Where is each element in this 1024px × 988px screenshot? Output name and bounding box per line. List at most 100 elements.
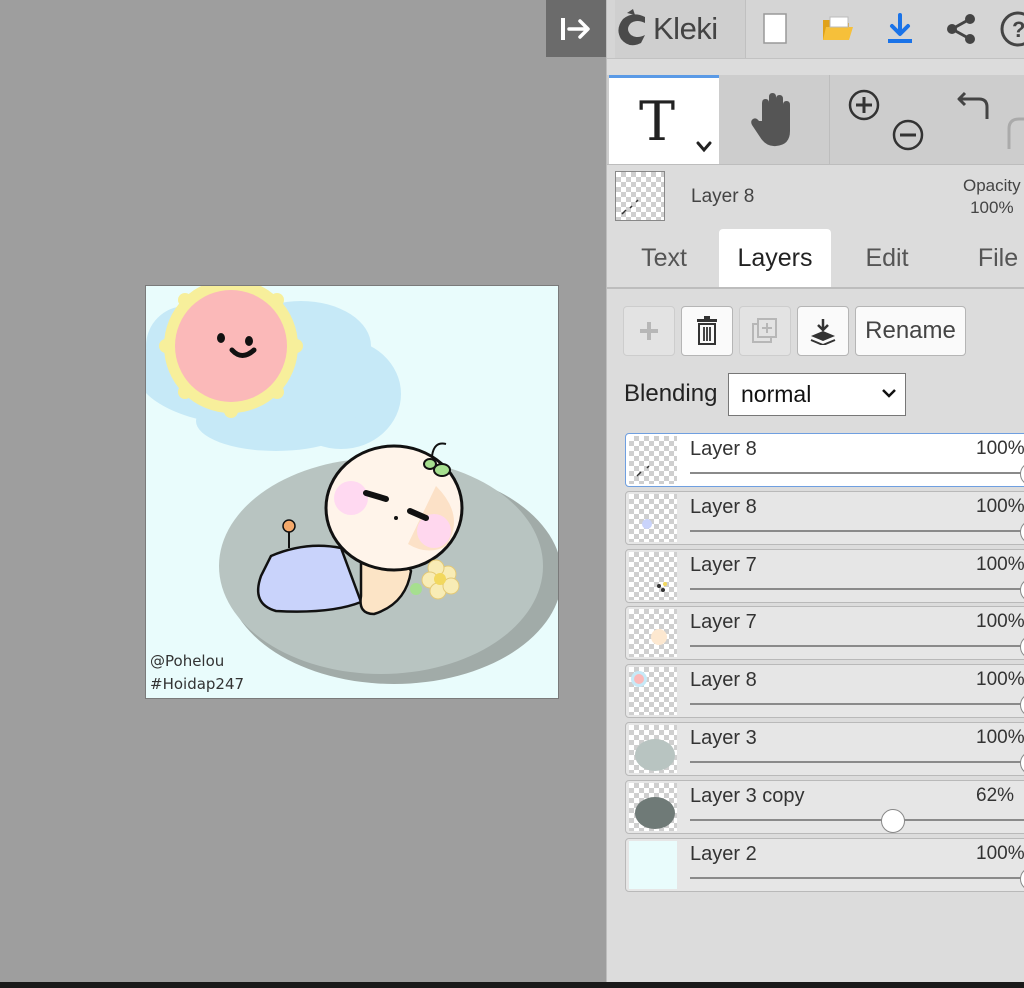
- layer-opacity-value: 100%: [976, 554, 1024, 575]
- layer-opacity-value: 100%: [976, 611, 1024, 632]
- layer-opacity-slider-handle[interactable]: [1020, 520, 1024, 544]
- hand-tool-icon: [751, 92, 790, 146]
- download-button[interactable]: [879, 8, 921, 50]
- merge-down-button[interactable]: [797, 306, 849, 356]
- zoom-out-icon[interactable]: [891, 118, 925, 152]
- blending-value: normal: [741, 381, 812, 407]
- layer-opacity-slider[interactable]: [690, 819, 1024, 821]
- layer-name: Layer 8: [690, 496, 757, 518]
- duplicate-layer-button[interactable]: [739, 306, 791, 356]
- current-layer-thumbnail: [615, 171, 665, 221]
- layer-opacity-value: 100%: [976, 727, 1024, 748]
- layer-thumbnail: [629, 494, 677, 542]
- watermark-author: @Pohelou: [150, 652, 225, 670]
- kleki-logo[interactable]: Kleki: [615, 0, 746, 58]
- tab-file[interactable]: File: [963, 229, 1024, 287]
- layer-thumbnail: [629, 841, 677, 889]
- layer-row[interactable]: Layer 8 100%: [625, 491, 1024, 545]
- layer-opacity-slider[interactable]: [690, 588, 1024, 590]
- layer-name: Layer 8: [690, 438, 757, 460]
- layer-opacity-slider-handle[interactable]: [1020, 867, 1024, 891]
- layer-opacity-value: 100%: [976, 843, 1024, 864]
- delete-layer-button[interactable]: [681, 306, 733, 356]
- layer-opacity-slider-handle[interactable]: [1020, 693, 1024, 717]
- layer-row[interactable]: Layer 3 100%: [625, 722, 1024, 776]
- layer-row[interactable]: Layer 3 copy 62%: [625, 780, 1024, 834]
- layer-opacity-slider-handle[interactable]: [881, 809, 905, 833]
- text-tool-icon: T: [639, 90, 676, 153]
- text-tool-button[interactable]: T: [609, 75, 719, 164]
- current-layer-info: Layer 8 Opacity 100%: [607, 165, 1024, 229]
- layer-opacity-slider-handle[interactable]: [1020, 635, 1024, 659]
- blending-label: Blending: [624, 380, 718, 407]
- layer-opacity-slider[interactable]: [690, 645, 1024, 647]
- tool-row: T: [607, 75, 1024, 165]
- redo-icon[interactable]: [1005, 115, 1024, 151]
- duplicate-layer-icon: [752, 318, 777, 343]
- layer-row[interactable]: Layer 8 100%: [625, 664, 1024, 718]
- hand-tool-button[interactable]: [719, 75, 830, 164]
- tab-edit[interactable]: Edit: [847, 229, 927, 287]
- layer-row[interactable]: Layer 2 100%: [625, 838, 1024, 892]
- merge-down-icon: [810, 319, 836, 345]
- delete-layer-icon: [697, 316, 717, 345]
- undo-icon[interactable]: [957, 89, 993, 121]
- opacity-value: 100%: [970, 198, 1014, 217]
- layer-name: Layer 2: [690, 843, 757, 865]
- canvas-artwork: [146, 286, 558, 684]
- layer-thumbnail: [629, 725, 677, 773]
- app-name: Kleki: [653, 11, 718, 46]
- layer-thumbnail: [629, 783, 677, 831]
- panel-tabs: Text Layers Edit File: [607, 229, 1024, 287]
- layer-opacity-slider[interactable]: [690, 703, 1024, 705]
- layer-opacity-value: 100%: [976, 669, 1024, 690]
- layer-name: Layer 7: [690, 554, 757, 576]
- chevron-down-icon: [882, 389, 896, 398]
- download-icon: [888, 13, 912, 43]
- layer-thumbnail: [629, 436, 677, 484]
- collapse-panel-icon: [561, 17, 590, 40]
- layer-opacity-value: 100%: [976, 496, 1024, 517]
- layer-opacity-slider[interactable]: [690, 877, 1024, 879]
- opacity-label: Opacity: [963, 176, 1021, 195]
- new-file-button[interactable]: [754, 8, 796, 50]
- current-layer-opacity: Opacity 100%: [963, 175, 1021, 219]
- tab-layers[interactable]: Layers: [719, 229, 831, 287]
- layer-name: Layer 3 copy: [690, 785, 805, 807]
- drawing-canvas[interactable]: @Pohelou #Hoidap247: [145, 285, 559, 699]
- layer-row[interactable]: Layer 7 100%: [625, 549, 1024, 603]
- layer-opacity-value: 62%: [976, 785, 1015, 806]
- layer-thumbnail: [629, 609, 677, 657]
- collapse-panel-button[interactable]: [546, 0, 606, 57]
- layer-opacity-slider-handle[interactable]: [1020, 578, 1024, 602]
- layer-opacity-slider-handle[interactable]: [1020, 751, 1024, 775]
- tool-options-chevron-icon[interactable]: [695, 140, 713, 154]
- add-layer-icon: [640, 322, 658, 340]
- watermark-tag: #Hoidap247: [150, 675, 245, 693]
- layer-thumbnail: [629, 552, 677, 600]
- layer-opacity-slider[interactable]: [690, 472, 1024, 474]
- tool-panel: Kleki T Layer 8 Opacity 100% Text Layers…: [606, 0, 1024, 982]
- help-button[interactable]: ?: [997, 8, 1024, 50]
- layer-thumbnail: [629, 667, 677, 715]
- rename-layer-button[interactable]: Rename: [855, 306, 966, 356]
- share-button[interactable]: [940, 8, 982, 50]
- new-file-icon: [763, 13, 787, 44]
- tab-text[interactable]: Text: [625, 229, 703, 287]
- add-layer-button[interactable]: [623, 306, 675, 356]
- svg-text:?: ?: [1012, 17, 1024, 42]
- layer-opacity-slider[interactable]: [690, 761, 1024, 763]
- help-icon: ?: [1000, 11, 1024, 47]
- open-file-button[interactable]: [817, 8, 859, 50]
- tabs-divider: [607, 287, 1024, 289]
- layer-opacity-slider[interactable]: [690, 530, 1024, 532]
- layer-row[interactable]: Layer 7 100%: [625, 606, 1024, 660]
- current-layer-name: Layer 8: [691, 186, 755, 207]
- zoom-in-icon[interactable]: [847, 88, 881, 122]
- kleki-logo-icon: [618, 9, 645, 46]
- layer-opacity-slider-handle[interactable]: [1020, 462, 1024, 486]
- blending-select[interactable]: normal: [728, 373, 906, 416]
- layer-row[interactable]: Layer 8 100%: [625, 433, 1024, 487]
- layer-name: Layer 7: [690, 611, 757, 633]
- share-icon: [947, 14, 975, 44]
